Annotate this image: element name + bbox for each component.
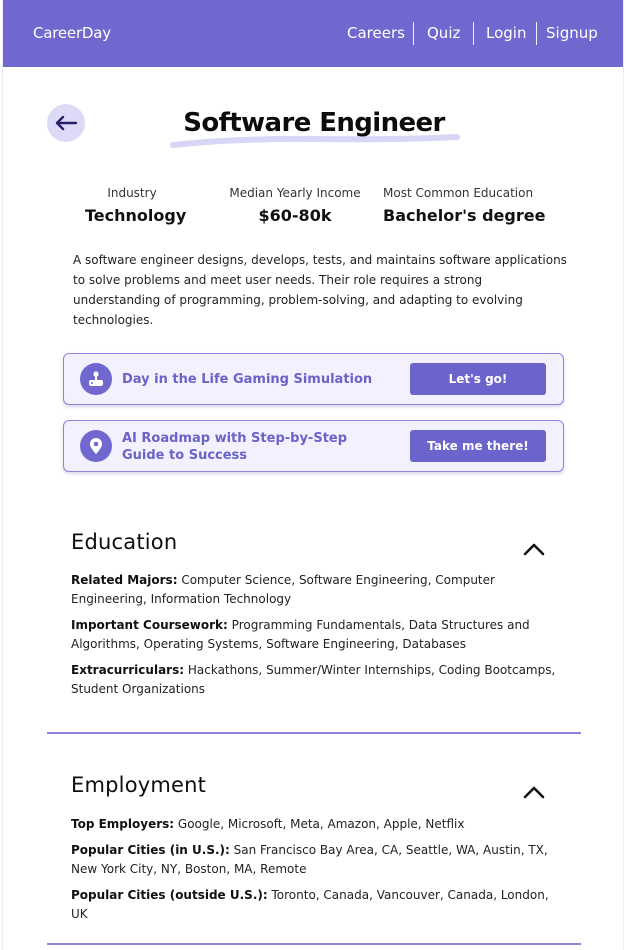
education-title: Education	[71, 530, 178, 554]
roadmap-card-text: AI Roadmap with Step-by-Step Guide to Su…	[122, 431, 348, 463]
employment-item: Popular Cities (in U.S.): San Francisco …	[71, 841, 561, 879]
chevron-up-icon[interactable]	[523, 542, 545, 556]
section-divider	[47, 943, 581, 945]
employment-item: Popular Cities (outside U.S.): Toronto, …	[71, 886, 561, 924]
item-label: Related Majors:	[71, 573, 178, 587]
chevron-up-icon[interactable]	[523, 785, 545, 799]
page-title: Software Engineer	[183, 108, 445, 138]
stat-label: Most Common Education	[383, 186, 534, 200]
item-label: Popular Cities (in U.S.):	[71, 843, 230, 857]
top-navbar: CareerDay Careers Quiz Login Signup	[3, 0, 623, 67]
employment-details: Top Employers: Google, Microsoft, Meta, …	[71, 815, 561, 931]
stat-income: Median Yearly Income $60-80k	[229, 186, 361, 225]
game-controller-icon	[80, 363, 112, 395]
take-me-there-button[interactable]: Take me there!	[410, 430, 546, 462]
lets-go-button[interactable]: Let's go!	[410, 363, 546, 395]
nav-careers[interactable]: Careers	[347, 24, 405, 42]
nav-login[interactable]: Login	[486, 24, 526, 42]
map-pin-icon	[80, 430, 112, 462]
section-divider	[47, 732, 581, 734]
item-label: Extracurriculars:	[71, 663, 185, 677]
employment-title: Employment	[71, 773, 207, 797]
item-label: Top Employers:	[71, 817, 175, 831]
stat-industry: Industry Technology	[85, 186, 187, 225]
education-item: Related Majors: Computer Science, Softwa…	[71, 571, 561, 609]
nav-quiz[interactable]: Quiz	[427, 24, 460, 42]
item-label: Popular Cities (outside U.S.):	[71, 888, 268, 902]
nav-signup[interactable]: Signup	[546, 24, 598, 42]
roadmap-card: AI Roadmap with Step-by-Step Guide to Su…	[63, 420, 564, 472]
stat-value: Bachelor's degree	[383, 206, 546, 225]
stat-label: Industry	[107, 186, 157, 200]
stat-value: Technology	[85, 206, 187, 225]
career-description: A software engineer designs, develops, t…	[73, 253, 567, 327]
education-item: Extracurriculars: Hackathons, Summer/Win…	[71, 661, 561, 699]
item-value: Google, Microsoft, Meta, Amazon, Apple, …	[177, 817, 465, 831]
nav-separator	[536, 22, 537, 45]
education-details: Related Majors: Computer Science, Softwa…	[71, 571, 561, 706]
simulation-card: Day in the Life Gaming Simulation Let's …	[63, 353, 564, 405]
nav-separator	[413, 22, 414, 45]
nav-separator	[473, 22, 474, 45]
employment-item: Top Employers: Google, Microsoft, Meta, …	[71, 815, 561, 834]
item-label: Important Coursework:	[71, 618, 228, 632]
stat-label: Median Yearly Income	[229, 186, 361, 200]
brand-logo[interactable]: CareerDay	[33, 24, 111, 42]
stat-value: $60-80k	[258, 206, 332, 225]
page-frame: CareerDay Careers Quiz Login Signup Soft…	[2, 0, 624, 950]
education-item: Important Coursework: Programming Fundam…	[71, 616, 561, 654]
stat-education: Most Common Education Bachelor's degree	[383, 186, 546, 225]
simulation-card-text: Day in the Life Gaming Simulation	[122, 372, 373, 387]
